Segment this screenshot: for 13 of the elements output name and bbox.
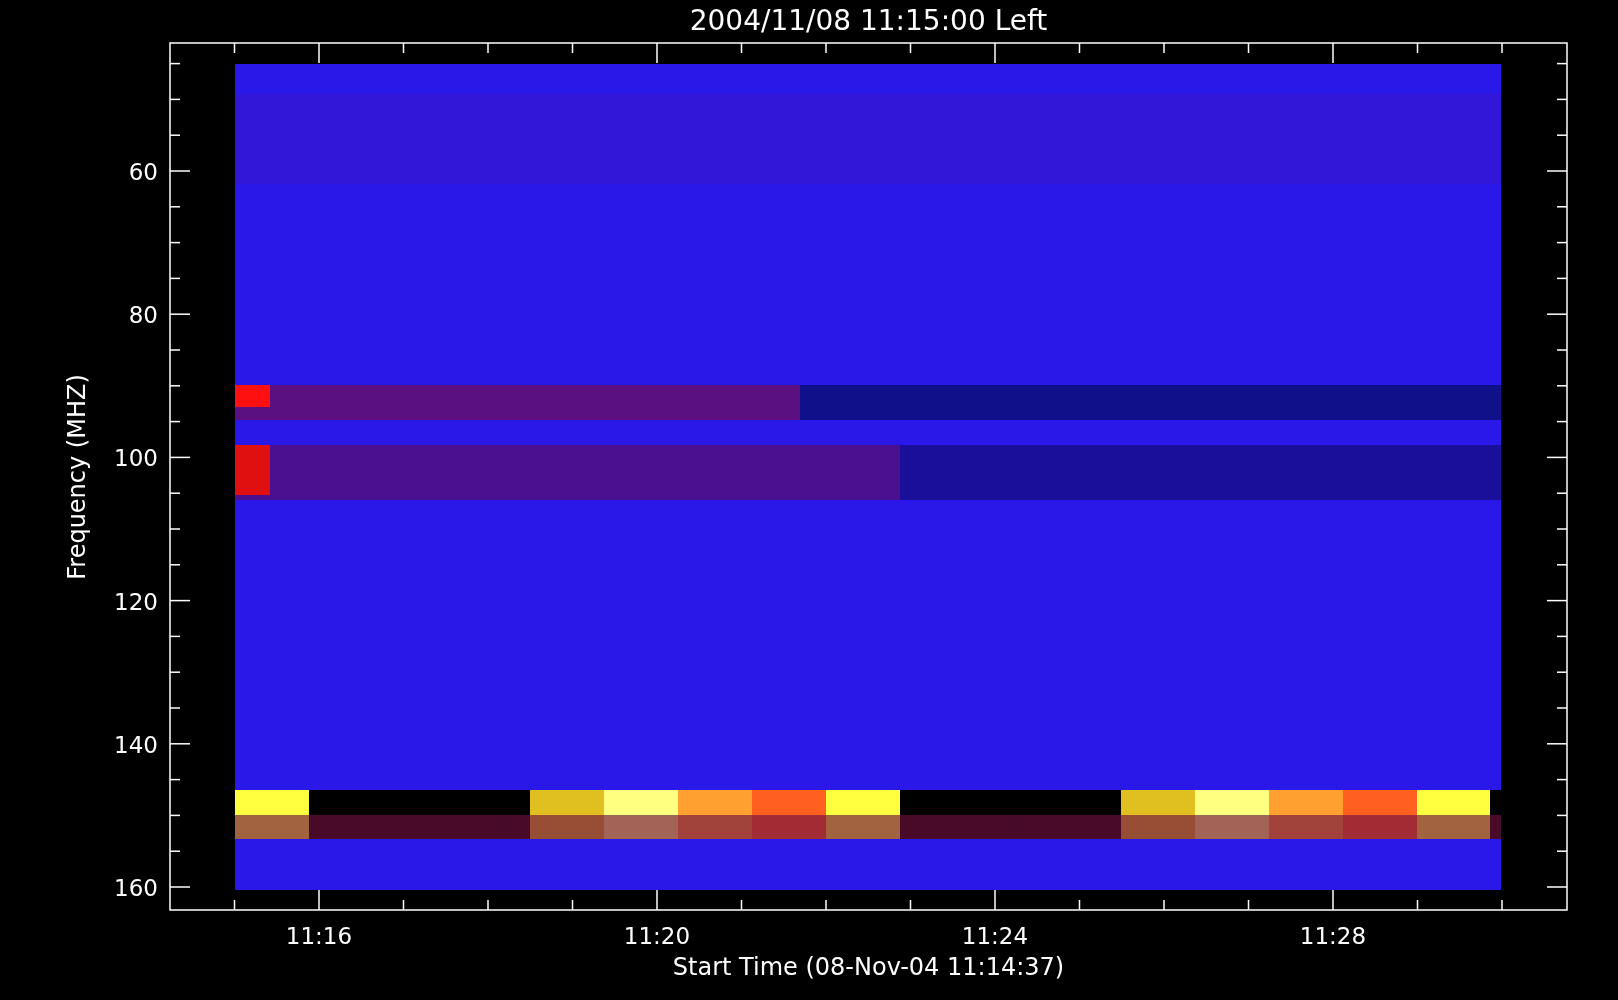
- x-tick-label: 11:20: [623, 923, 691, 949]
- y-tick-label: 80: [128, 302, 158, 329]
- y-axis-label: Frequency (MHZ): [63, 374, 91, 580]
- x-tick-label: 11:16: [285, 923, 353, 949]
- y-tick-label: 60: [128, 159, 158, 185]
- x-tick-label: 11:24: [961, 923, 1029, 949]
- chart-title: 2004/11/08 11:15:00 Left: [689, 4, 1048, 37]
- y-tick-label: 120: [114, 588, 158, 615]
- x-axis-label: Start Time (08-Nov-04 11:14:37): [672, 953, 1065, 981]
- y-tick-label: 100: [114, 445, 158, 472]
- y-tick-label: 140: [114, 731, 158, 758]
- y-tick-label: 160: [114, 875, 158, 901]
- x-tick-label: 11:28: [1299, 923, 1367, 949]
